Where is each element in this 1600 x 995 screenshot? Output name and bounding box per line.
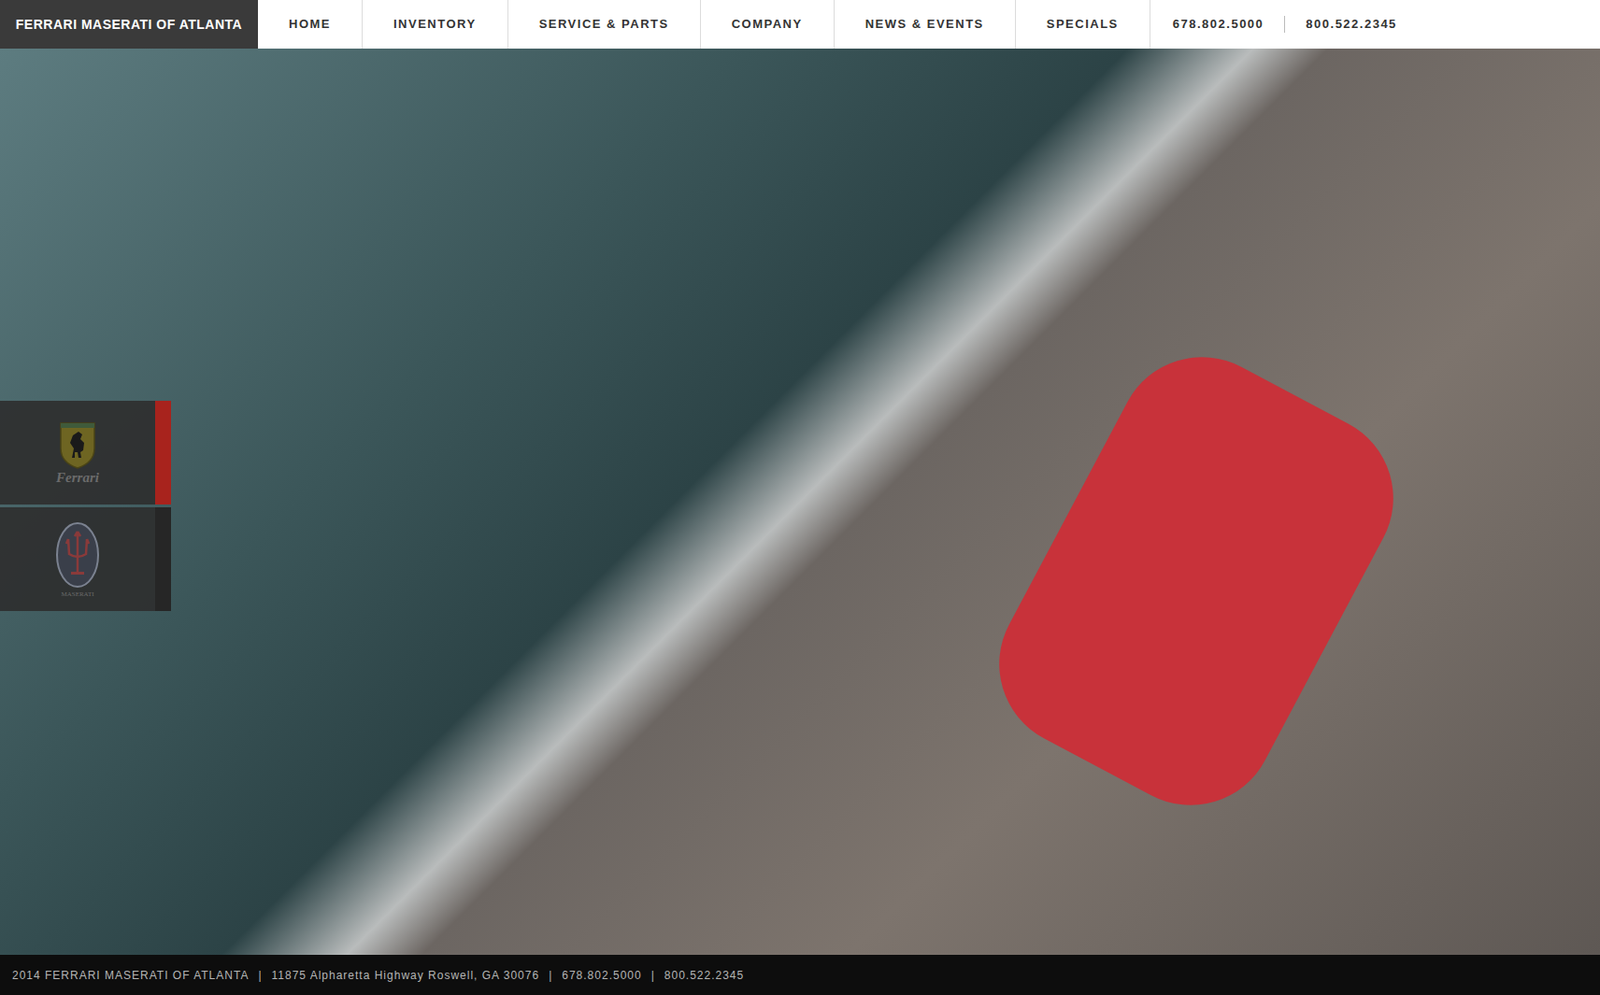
brand-selector: Ferrari MASERATI [0,400,172,612]
maserati-trident-icon [54,520,101,590]
phone-numbers: 678.802.5000 800.522.2345 [1150,0,1398,49]
nav-item[interactable]: SERVICE & PARTS [508,0,701,49]
brand-tile[interactable]: Ferrari [0,400,172,505]
page: FERRARI MASERATI OF ATLANTAHOMEINVENTORY… [0,0,1600,995]
footer-text: 678.802.5000 [561,967,642,985]
nav-item[interactable]: HOME [257,0,363,49]
ferrari-shield-icon [57,420,98,470]
phone-number[interactable]: 678.802.5000 [1172,14,1265,34]
brand-indicator [155,507,172,612]
top-nav: FERRARI MASERATI OF ATLANTAHOMEINVENTORY… [0,0,1600,49]
brand-title[interactable]: FERRARI MASERATI OF ATLANTA [0,0,258,49]
brand-tile[interactable]: MASERATI [0,507,172,612]
brand-name: MASERATI [60,591,94,599]
phone-divider [1284,15,1286,33]
footer-separator: | [256,967,264,985]
footer-text: 11875 Alpharetta Highway Roswell, GA 300… [271,967,541,985]
car-shape [970,328,1424,836]
brand-indicator [155,400,172,505]
nav-item[interactable]: SPECIALS [1015,0,1151,49]
footer-separator: | [649,967,658,985]
footer-text: 2014 FERRARI MASERATI OF ATLANTA [12,967,249,985]
footer-text: 800.522.2345 [664,967,744,985]
nav-item[interactable]: INVENTORY [362,0,509,49]
hero: Ferrari MASERATI [0,48,1600,956]
brand-name: Ferrari [56,471,100,486]
nav-item[interactable]: COMPANY [700,0,835,49]
footer: 2014 FERRARI MASERATI OF ATLANTA | 11875 A… [0,955,1600,995]
nav-item[interactable]: NEWS & EVENTS [834,0,1016,49]
phone-number[interactable]: 800.522.2345 [1305,14,1398,34]
footer-separator: | [546,967,555,985]
